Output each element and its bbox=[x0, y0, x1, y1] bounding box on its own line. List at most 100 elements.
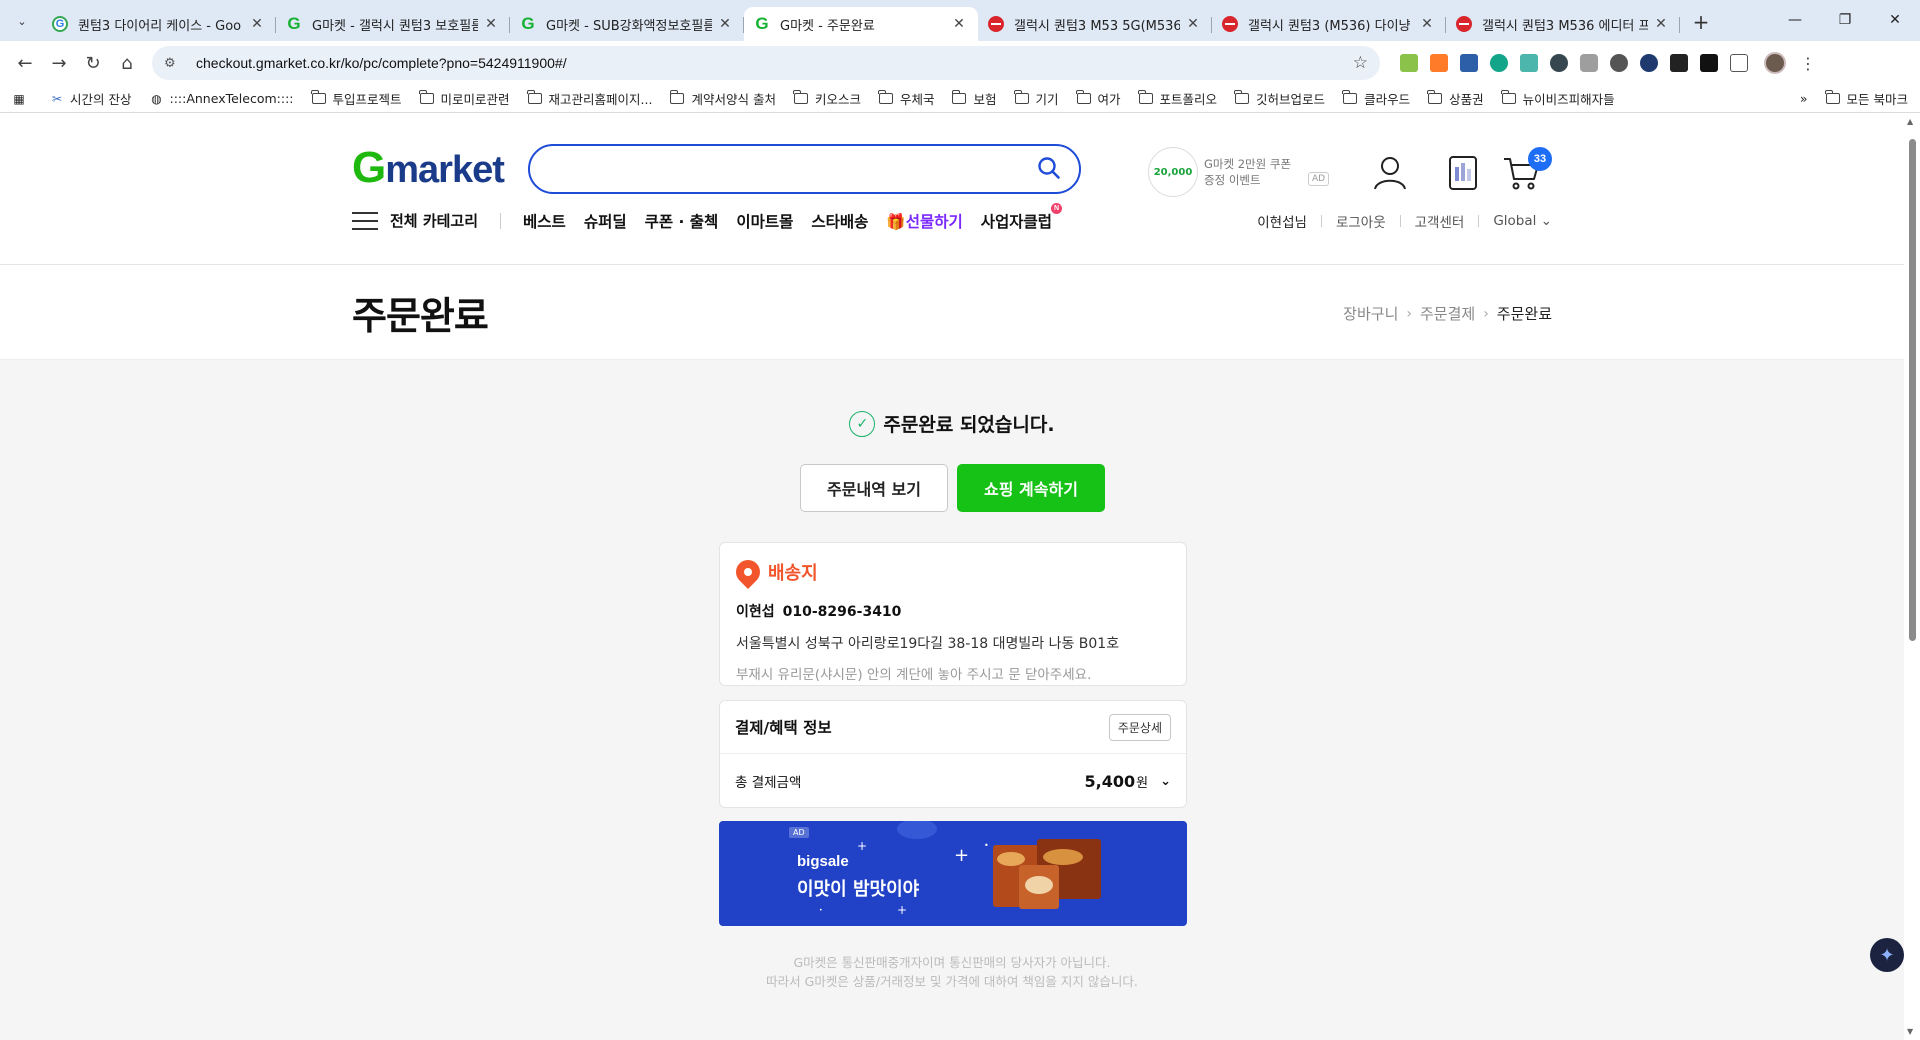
tab-close-icon[interactable]: ✕ bbox=[1418, 16, 1436, 32]
bookmark-folder[interactable]: 미로미로관련 bbox=[418, 89, 510, 108]
tab-0[interactable]: G 퀀텀3 다이어리 케이스 - Goo ✕ bbox=[42, 7, 276, 41]
search-input[interactable] bbox=[550, 146, 1030, 190]
bookmark-folder[interactable]: 우체국 bbox=[878, 89, 934, 108]
ai-assistant-sparkle-icon[interactable]: ✦ bbox=[1870, 938, 1904, 972]
reload-icon[interactable]: ↻ bbox=[76, 46, 110, 80]
address-bar[interactable]: ⚙ checkout.gmarket.co.kr/ko/pc/complete?… bbox=[152, 46, 1380, 80]
close-window-icon[interactable]: ✕ bbox=[1870, 0, 1920, 40]
bookmark-folder[interactable]: 여가 bbox=[1075, 89, 1121, 108]
recent-items-icon[interactable] bbox=[1442, 153, 1482, 193]
continue-shopping-button[interactable]: 쇼핑 계속하기 bbox=[957, 464, 1105, 512]
global-dropdown[interactable]: Global ⌄ bbox=[1493, 213, 1552, 229]
gmarket-logo[interactable]: Gmarket bbox=[352, 143, 505, 193]
order-detail-button[interactable]: 주문상세 bbox=[1108, 713, 1171, 741]
bookmark-folder[interactable]: 뉴이비즈피해자들 bbox=[1500, 89, 1615, 108]
back-arrow-icon[interactable]: ← bbox=[8, 46, 42, 80]
bookmark-item[interactable]: ✂ 시간의 잔상 bbox=[50, 89, 132, 108]
apps-grid-icon[interactable]: ▦ bbox=[12, 92, 32, 106]
tab-close-icon[interactable]: ✕ bbox=[716, 16, 734, 32]
tab-3-active[interactable]: G G마켓 - 주문완료 ✕ bbox=[744, 7, 978, 41]
tab-6[interactable]: 갤럭시 퀀텀3 M536 에디터 프 ✕ bbox=[1446, 7, 1680, 41]
nav-superdeal[interactable]: 슈퍼딜 bbox=[584, 210, 627, 232]
ad-banner[interactable]: AD + + + • • bigsale 이맛이 밤맛이야 bbox=[719, 821, 1187, 926]
nav-gift[interactable]: 🎁선물하기 bbox=[886, 210, 962, 232]
all-category-button[interactable]: 전체 카테고리 bbox=[390, 213, 502, 229]
hamburger-menu-icon[interactable] bbox=[352, 212, 378, 230]
extension-icon[interactable] bbox=[1520, 54, 1538, 72]
extension-icon[interactable] bbox=[1640, 54, 1658, 72]
folder-icon bbox=[418, 90, 434, 104]
extension-icon[interactable] bbox=[1400, 54, 1418, 72]
extension-icon[interactable] bbox=[1610, 54, 1628, 72]
breadcrumb-cart[interactable]: 장바구니 bbox=[1343, 303, 1398, 324]
tab-close-icon[interactable]: ✕ bbox=[1184, 16, 1202, 32]
customer-center-link[interactable]: 고객센터 bbox=[1415, 211, 1465, 231]
bookmark-label: 키오스크 bbox=[814, 92, 861, 107]
extension-icon[interactable] bbox=[1700, 54, 1718, 72]
tab-5[interactable]: 갤럭시 퀀텀3 (M536) 다이냥 ✕ bbox=[1212, 7, 1446, 41]
home-icon[interactable]: ⌂ bbox=[110, 46, 144, 80]
bookmark-folder[interactable]: 투입프로젝트 bbox=[310, 89, 402, 108]
logout-link[interactable]: 로그아웃 bbox=[1336, 211, 1386, 231]
tab-close-icon[interactable]: ✕ bbox=[482, 16, 500, 32]
extension-icon[interactable] bbox=[1490, 54, 1508, 72]
divider bbox=[1399, 215, 1401, 227]
tab-title: G마켓 - SUB강화액정보호필름 bbox=[546, 18, 712, 34]
forward-arrow-icon[interactable]: → bbox=[42, 46, 76, 80]
bookmark-folder[interactable]: 재고관리홈페이지... bbox=[526, 89, 652, 108]
tab-close-icon[interactable]: ✕ bbox=[1652, 16, 1670, 32]
chevron-down-icon[interactable]: ⌄ bbox=[1160, 774, 1171, 789]
site-settings-icon[interactable]: ⚙ bbox=[164, 56, 182, 71]
scrollbar-thumb[interactable] bbox=[1909, 139, 1916, 641]
bookmark-folder[interactable]: 상품권 bbox=[1427, 89, 1484, 108]
restore-icon[interactable]: ❐ bbox=[1820, 0, 1870, 40]
tab-2[interactable]: G G마켓 - SUB강화액정보호필름 ✕ bbox=[510, 7, 744, 41]
bookmark-folder[interactable]: 계약서양식 출처 bbox=[669, 89, 776, 108]
tab-close-icon[interactable]: ✕ bbox=[248, 16, 266, 32]
user-name[interactable]: 이현섭님 bbox=[1257, 211, 1307, 231]
nav-emart[interactable]: 이마트몰 bbox=[736, 210, 793, 232]
nav-coupon[interactable]: 쿠폰 · 출첵 bbox=[645, 210, 719, 232]
all-bookmarks-folder[interactable]: 모든 북마크 bbox=[1824, 89, 1908, 108]
extension-icon[interactable] bbox=[1460, 54, 1478, 72]
new-tab-plus-icon[interactable]: + bbox=[1686, 7, 1716, 37]
global-nav: 전체 카테고리 베스트 슈퍼딜 쿠폰 · 출첵 이마트몰 스타배송 🎁선물하기 … bbox=[352, 201, 1552, 241]
bookmarks-right: » 모든 북마크 bbox=[1800, 89, 1908, 108]
puzzle-extensions-icon[interactable] bbox=[1730, 54, 1748, 72]
breadcrumb-checkout[interactable]: 주문결제 bbox=[1420, 303, 1475, 324]
bookmark-folder[interactable]: 보험 bbox=[951, 89, 997, 108]
minimize-icon[interactable]: — bbox=[1770, 0, 1820, 40]
bookmark-folder[interactable]: 키오스크 bbox=[793, 89, 861, 108]
page-scrollbar[interactable]: ▲ ▼ bbox=[1904, 113, 1920, 1040]
url-text[interactable]: checkout.gmarket.co.kr/ko/pc/complete?pn… bbox=[196, 55, 1353, 71]
tab-title: 퀀텀3 다이어리 케이스 - Goo bbox=[78, 18, 242, 34]
nav-biz-club[interactable]: 사업자클럽 N bbox=[981, 203, 1063, 232]
bookmarks-overflow-icon[interactable]: » bbox=[1800, 91, 1808, 106]
search-icon[interactable] bbox=[1037, 156, 1061, 180]
view-order-button[interactable]: 주문내역 보기 bbox=[800, 464, 948, 512]
nav-star-delivery[interactable]: 스타배송 bbox=[811, 210, 868, 232]
extension-icon[interactable] bbox=[1670, 54, 1688, 72]
bookmark-folder[interactable]: 클라우드 bbox=[1342, 89, 1410, 108]
tab-close-icon[interactable]: ✕ bbox=[950, 16, 968, 32]
more-menu-icon[interactable]: ⋮ bbox=[1800, 54, 1816, 73]
scroll-down-icon[interactable]: ▼ bbox=[1907, 1027, 1913, 1036]
tab-4[interactable]: 갤럭시 퀀텀3 M53 5G(M536) ✕ bbox=[978, 7, 1212, 41]
extension-icon[interactable] bbox=[1430, 54, 1448, 72]
nav-best[interactable]: 베스트 bbox=[523, 210, 566, 232]
bookmark-folder[interactable]: 기기 bbox=[1013, 89, 1059, 108]
scroll-up-icon[interactable]: ▲ bbox=[1907, 117, 1913, 126]
tab-search-chevron-icon[interactable]: ⌄ bbox=[8, 7, 36, 35]
my-page-person-icon[interactable] bbox=[1370, 153, 1410, 193]
camera-extension-icon[interactable] bbox=[1580, 54, 1598, 72]
total-row[interactable]: 총 결제금액 5,400 원 ⌄ bbox=[720, 754, 1186, 808]
bookmark-item[interactable]: ◍::::AnnexTelecom:::: bbox=[149, 91, 293, 106]
bookmark-folder[interactable]: 깃허브업로드 bbox=[1234, 89, 1325, 108]
bookmark-star-icon[interactable]: ☆ bbox=[1353, 53, 1368, 73]
extension-icon[interactable] bbox=[1550, 54, 1568, 72]
bookmark-folder[interactable]: 포트폴리오 bbox=[1137, 89, 1217, 108]
coupon-ad[interactable]: 20,000 G마켓 2만원 쿠폰 증정 이벤트 AD bbox=[1148, 147, 1330, 197]
profile-avatar[interactable] bbox=[1764, 52, 1786, 74]
tab-1[interactable]: G G마켓 - 갤럭시 퀀텀3 보호필름 ✕ bbox=[276, 7, 510, 41]
globe-icon: ◍ bbox=[151, 91, 162, 106]
